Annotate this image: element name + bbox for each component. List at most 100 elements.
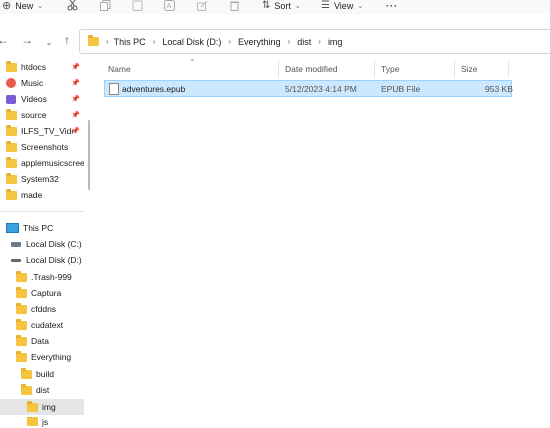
breadcrumb-local-disk-d[interactable]: Local Disk (D:) [162,37,221,47]
sidebar-item-made[interactable]: made [0,187,84,203]
breadcrumb-dist[interactable]: dist [297,37,311,47]
sidebar-item-label: js [42,417,49,427]
file-row[interactable]: adventures.epub 5/12/2023 4:14 PM EPUB F… [104,80,513,97]
rename-button[interactable]: A [164,0,175,11]
sidebar-item-label: dist [36,385,50,395]
sidebar-item-screenshots[interactable]: Screenshots [0,139,84,155]
sidebar-item-ilfs-tv-videos[interactable]: ILFS_TV_Videos 📌 [0,123,84,139]
folder-icon [6,124,17,136]
view-button-label: View [333,0,354,11]
chevron-down-icon: ⌄ [357,2,364,10]
trash-icon [230,1,239,11]
column-divider[interactable] [508,60,509,78]
sidebar-item-dist[interactable]: dist [0,382,84,398]
breadcrumb-this-pc[interactable]: This PC [114,37,146,47]
copy-icon [100,0,111,11]
more-options-button[interactable]: ··· [386,0,398,11]
command-bar: ⊕ New ⌄ A ⇅ Sort ⌄ ☰ View ⌄ ··· [0,0,550,14]
breadcrumb-separator: › [106,37,109,46]
sidebar-item-label: made [21,190,43,200]
sidebar-item-data[interactable]: Data [0,333,84,349]
address-bar[interactable]: › This PC › Local Disk (D:) › Everything… [79,29,550,54]
folder-icon [16,334,27,346]
sidebar-item-everything[interactable]: Everything [0,349,84,365]
sidebar-item-htdocs[interactable]: htdocs 📌 [0,59,84,75]
sidebar-item-captura[interactable]: Captura [0,285,84,301]
sidebar-item-label: img [42,402,56,412]
drive-icon [11,241,21,247]
column-header-name[interactable]: Name [108,64,131,74]
file-date-modified: 5/12/2023 4:14 PM [285,84,357,94]
sidebar-item-cudatext[interactable]: cudatext [0,317,84,333]
sidebar-item-label: Videos [21,94,47,104]
sidebar-item-label: applemusicscreen [21,158,84,168]
sidebar-item-music[interactable]: Music 📌 [0,75,84,91]
cut-button[interactable] [67,0,78,11]
column-divider[interactable] [454,60,455,78]
column-divider[interactable] [374,60,375,78]
sidebar-item-label: Data [31,336,49,346]
sidebar-scrollbar[interactable] [88,120,90,190]
drive-icon [11,258,21,262]
view-button[interactable]: ☰ View ⌄ [321,0,363,11]
column-header-row: ⌃ Name Date modified Type Size [102,58,550,78]
sidebar-item-local-disk-d[interactable]: Local Disk (D:) [0,252,84,268]
videos-icon [6,94,16,104]
folder-icon [16,286,27,298]
sidebar-item-build[interactable]: build [0,366,84,382]
chevron-down-icon: ⌄ [45,37,53,47]
sidebar-item-cfddns[interactable]: cfddns [0,301,84,317]
new-button[interactable]: ⊕ New ⌄ [2,0,43,12]
column-header-type[interactable]: Type [381,64,399,74]
breadcrumb-img[interactable]: img [328,37,343,47]
file-size: 953 KB [485,84,513,94]
sidebar-item-videos[interactable]: Videos 📌 [0,91,84,107]
sidebar-item-js[interactable]: js [0,417,84,428]
more-icon: ··· [386,0,398,11]
folder-icon [16,302,27,314]
breadcrumb-everything[interactable]: Everything [238,37,281,47]
sidebar-item-applemusicscreen[interactable]: applemusicscreen [0,155,84,171]
sidebar-item-img[interactable]: img [0,399,84,415]
sidebar-item-label: Local Disk (D:) [26,255,82,265]
pin-icon: 📌 [71,128,80,135]
sidebar-item-system32[interactable]: System32 [0,171,84,187]
sidebar-item-label: Local Disk (C:) [26,239,82,249]
sidebar-item-source[interactable]: source 📌 [0,107,84,123]
breadcrumb-separator: › [228,37,232,46]
share-button[interactable] [197,0,208,11]
sidebar-item-label: Screenshots [21,142,69,152]
folder-icon [21,383,32,395]
back-arrow-icon: ← [0,33,9,47]
sidebar-item-label: cfddns [31,304,57,314]
sidebar-item-this-pc[interactable]: This PC [0,220,84,236]
folder-icon [27,400,38,412]
computer-icon [6,223,19,233]
sidebar-item-local-disk-c[interactable]: Local Disk (C:) [0,236,84,252]
folder-icon [6,156,17,168]
sort-button[interactable]: ⇅ Sort ⌄ [262,0,301,11]
up-arrow-icon: ↑ [64,33,70,47]
column-divider[interactable] [278,60,279,78]
sidebar-item-label: This PC [23,223,54,233]
up-button[interactable]: ↑ [60,33,74,47]
breadcrumb-separator: › [287,37,291,46]
share-icon [197,0,208,11]
sidebar-item-label: build [36,369,54,379]
breadcrumb-separator: › [318,37,321,46]
folder-icon [16,350,27,362]
forward-button[interactable]: → [20,33,34,47]
column-header-size[interactable]: Size [461,64,478,74]
folder-icon [6,108,17,120]
delete-button[interactable] [229,0,240,11]
sidebar-item-label: System32 [21,174,59,184]
sidebar-item-label: htdocs [21,62,47,72]
recent-locations-button[interactable]: ⌄ [42,35,56,49]
sidebar-item-label: cudatext [31,320,64,330]
back-button[interactable]: ← [0,33,10,47]
sidebar-item-trash-999[interactable]: .Trash-999 [0,269,84,285]
add-icon: ⊕ [2,0,12,12]
paste-button[interactable] [132,0,143,11]
copy-button[interactable] [100,0,111,11]
column-header-date[interactable]: Date modified [285,64,337,74]
